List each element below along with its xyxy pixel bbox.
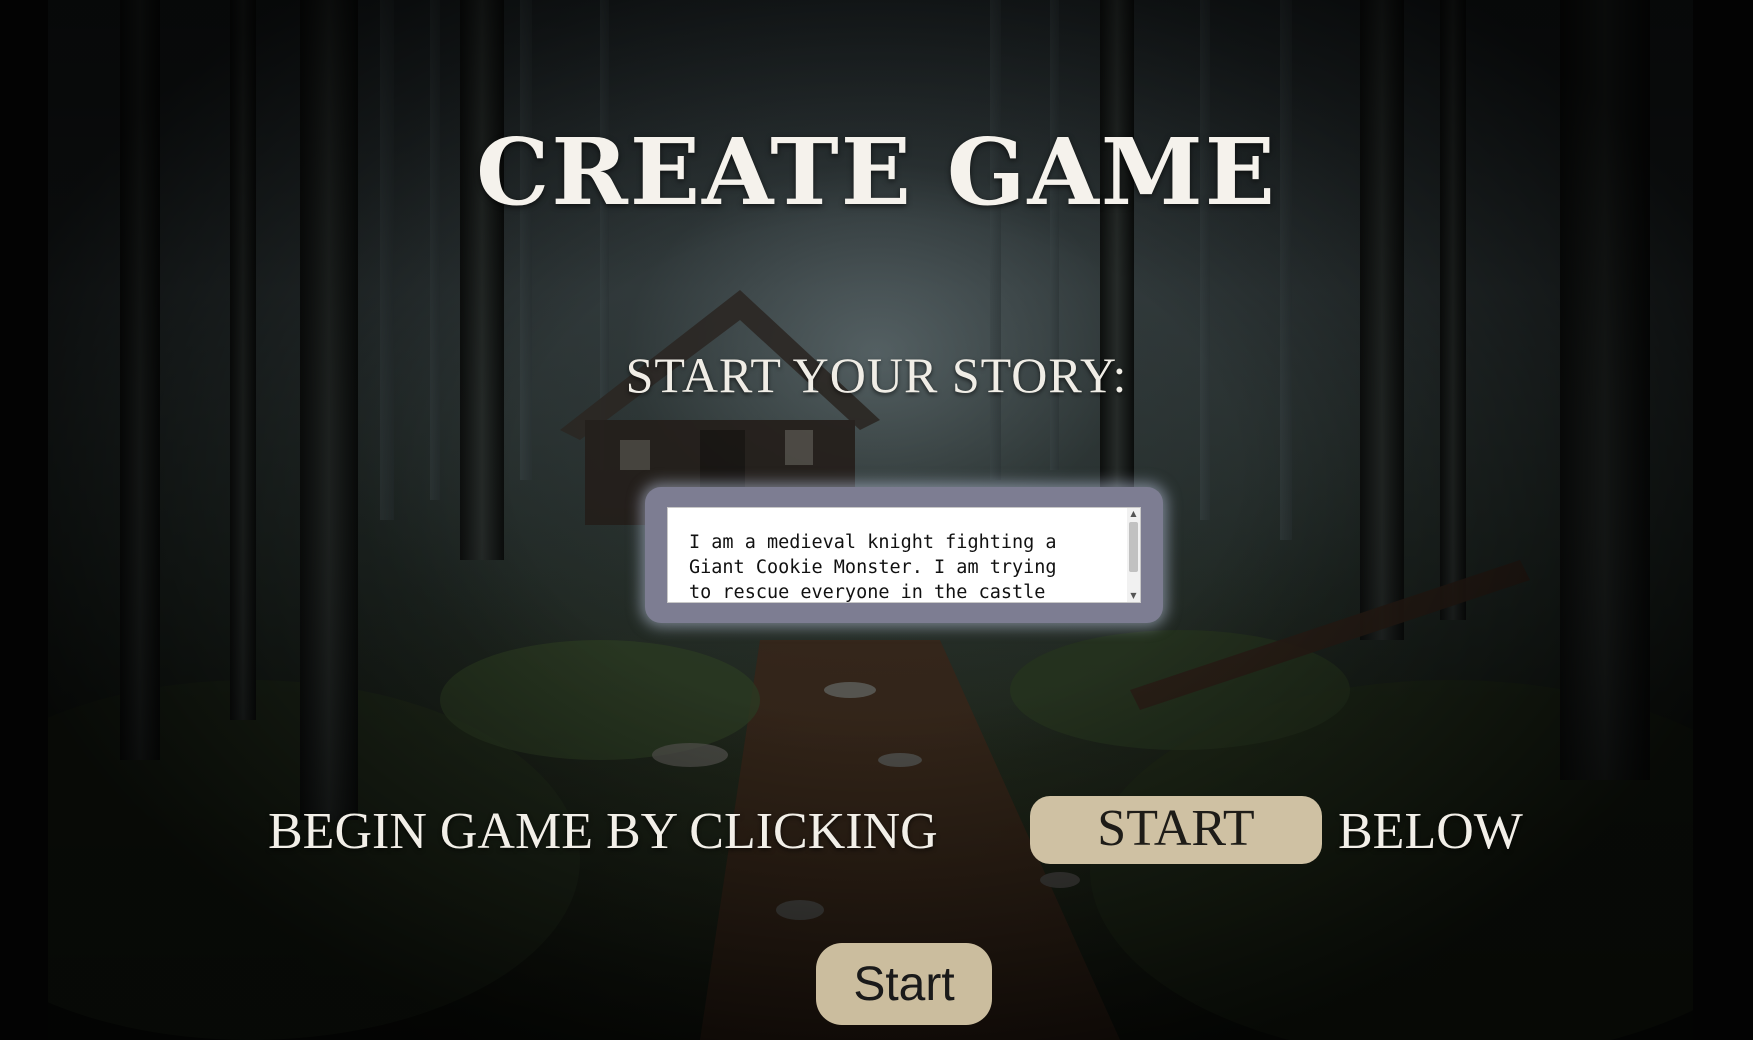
scroll-down-arrow-icon[interactable]: ▼ (1127, 590, 1140, 602)
story-prompt-heading: START YOUR STORY: (625, 347, 1128, 403)
game-screen: CREATE GAME START YOUR STORY: I am a med… (0, 0, 1753, 1040)
instruction-text-before: BEGIN GAME BY CLICKING (268, 803, 938, 860)
scroll-up-arrow-icon[interactable]: ▲ (1127, 508, 1140, 520)
story-textarea[interactable]: I am a medieval knight fighting a Giant … (667, 507, 1141, 603)
start-instruction: BEGIN GAME BY CLICKING START BELOW (0, 796, 1753, 866)
start-button[interactable]: Start (816, 943, 992, 1025)
scroll-thumb[interactable] (1129, 522, 1138, 572)
story-scrollbar[interactable]: ▲ ▼ (1127, 508, 1140, 602)
story-input-frame: I am a medieval knight fighting a Giant … (645, 487, 1163, 623)
instruction-text-after: BELOW (1338, 803, 1523, 860)
page-title: CREATE GAME (476, 118, 1277, 226)
instruction-start-badge: START (1030, 796, 1322, 864)
